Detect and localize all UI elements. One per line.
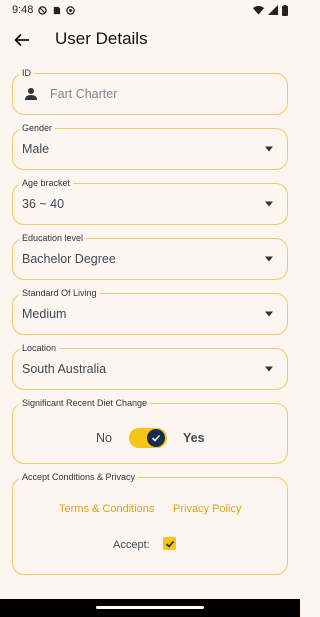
signal-icon — [268, 5, 278, 15]
back-button[interactable] — [10, 28, 34, 52]
id-input[interactable]: Fart Charter — [50, 87, 117, 101]
education-label: Education level — [19, 233, 87, 244]
dropdown-arrow-icon — [265, 146, 273, 152]
system-nav-bar — [0, 599, 300, 617]
home-handle[interactable] — [96, 606, 204, 609]
standard-of-living-dropdown[interactable]: Standard Of Living Medium — [12, 288, 288, 335]
standard-of-living-value: Medium — [22, 307, 67, 321]
education-value: Bachelor Degree — [22, 252, 116, 266]
check-icon — [165, 540, 174, 548]
sim-card-icon — [54, 6, 61, 14]
id-field[interactable]: ID Fart Charter — [12, 68, 288, 115]
privacy-link[interactable]: Privacy Policy — [173, 503, 241, 515]
age-bracket-dropdown[interactable]: Age bracket 36 ~ 40 — [12, 178, 288, 225]
location-dropdown[interactable]: Location South Australia — [12, 343, 288, 390]
diet-change-group: Significant Recent Diet Change No Yes — [12, 398, 289, 464]
arrow-back-icon — [14, 33, 29, 47]
location-value: South Australia — [22, 362, 107, 376]
education-dropdown[interactable]: Education level Bachelor Degree — [12, 233, 288, 280]
conditions-group: Accept Conditions & Privacy Terms & Cond… — [12, 472, 288, 575]
standard-of-living-label: Standard Of Living — [19, 288, 100, 299]
location-label: Location — [19, 343, 60, 354]
page-title: User Details — [55, 29, 148, 48]
app-bar: User Details — [0, 22, 300, 58]
gender-value: Male — [22, 142, 50, 156]
person-icon — [25, 88, 37, 100]
toggle-no-label: No — [96, 431, 112, 445]
id-field-label: ID — [19, 68, 34, 79]
status-time: 9:48 — [12, 4, 34, 16]
dropdown-arrow-icon — [265, 201, 273, 207]
wifi-icon — [253, 5, 264, 15]
toggle-yes-label: Yes — [183, 431, 205, 445]
age-bracket-label: Age bracket — [19, 178, 74, 189]
terms-link[interactable]: Terms & Conditions — [59, 503, 154, 515]
conditions-label: Accept Conditions & Privacy — [19, 472, 139, 483]
no-disturb-icon — [38, 5, 48, 15]
dropdown-arrow-icon — [265, 311, 273, 317]
accept-label: Accept: — [113, 539, 150, 551]
status-bar: 9:48 — [0, 0, 300, 20]
status-left: 9:48 — [12, 4, 76, 16]
dropdown-arrow-icon — [265, 256, 273, 262]
diet-change-label: Significant Recent Diet Change — [19, 398, 151, 409]
dropdown-arrow-icon — [265, 366, 273, 372]
diet-change-toggle-row: No Yes — [13, 428, 289, 450]
gender-dropdown[interactable]: Gender Male — [12, 123, 288, 170]
status-right — [253, 4, 288, 16]
gender-label: Gender — [19, 123, 56, 134]
switch-thumb[interactable] — [147, 429, 165, 447]
check-icon — [151, 434, 161, 442]
age-bracket-value: 36 ~ 40 — [22, 197, 65, 211]
battery-icon — [282, 4, 288, 16]
sync-icon — [66, 5, 76, 15]
accept-checkbox[interactable] — [163, 537, 176, 550]
